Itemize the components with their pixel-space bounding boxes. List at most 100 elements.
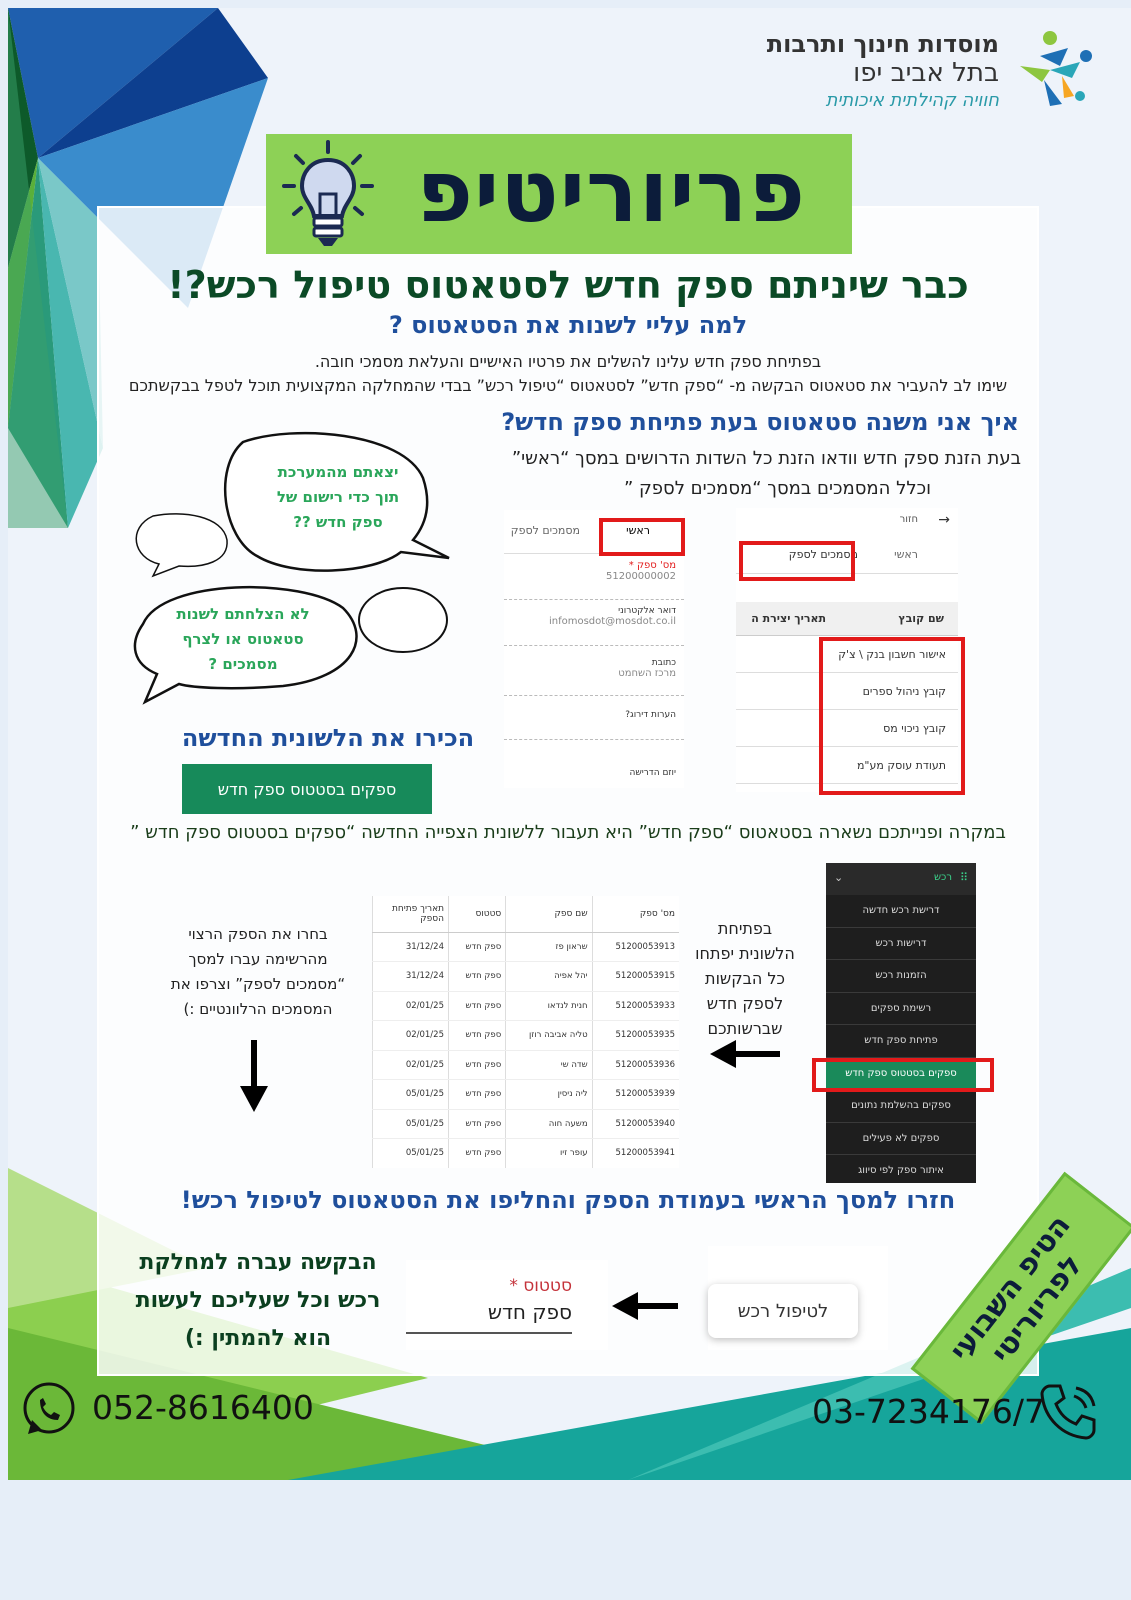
arrow-down-icon [240, 1040, 268, 1112]
status-label: סטטוס * [509, 1276, 572, 1296]
cell-status: ספק חדש [447, 1138, 506, 1168]
col-open-date: תאריך פתיחת הספק [372, 896, 449, 933]
cell-supplier-number: 51200053935 [591, 1020, 679, 1051]
back-link[interactable]: חזור [900, 514, 918, 525]
cell-open-date: 05/01/25 [372, 1079, 449, 1110]
tab-main[interactable]: ראשי [894, 548, 918, 561]
end-line: רכש וכל שעליכם לעשות [135, 1288, 381, 1313]
cell-open-date: 05/01/25 [372, 1109, 449, 1139]
table-row[interactable]: 51200053940 משעה חוה ספק חדש 05/01/25 [372, 1109, 679, 1139]
whatsapp-icon[interactable] [20, 1380, 78, 1438]
side-open-line: בפתיחת [717, 919, 773, 938]
field-initiator[interactable]: יוזם הדרישה [504, 762, 684, 788]
docs-table-header: שם קובץ תאריך יצירת ה [736, 602, 958, 636]
side-open-line: כל הבקשות [705, 969, 785, 988]
cell-supplier-name: חנית לנדאו [505, 991, 593, 1021]
bubble-text-2: לא הצלחתם לשנות סטאטוס או לצרף מסמכים ? [158, 602, 328, 677]
menu-item[interactable]: רשימת ספקים [826, 993, 976, 1025]
cell-open-date: 02/01/25 [372, 1050, 449, 1080]
menu-item[interactable]: דרישת רכש חדשה [826, 895, 976, 928]
cell-supplier-name: עופר זיו [505, 1138, 593, 1168]
cell-open-date: 02/01/25 [372, 1020, 449, 1051]
cell-status: ספק חדש [447, 932, 506, 962]
phone-icon[interactable] [1038, 1380, 1100, 1442]
tab-documents[interactable]: מסמכים לספק [511, 524, 580, 537]
cell-status: ספק חדש [447, 1109, 506, 1139]
cell-status: ספק חדש [447, 991, 506, 1021]
table-header-row: מס' ספק שם ספק סטטוס תאריך פתיחת הספק [372, 896, 679, 933]
bubble-2-line: לא הצלחתם לשנות [176, 605, 310, 623]
side-open-line: לספק חדש [706, 994, 784, 1013]
cell-status: ספק חדש [447, 1079, 506, 1110]
to-procurement-button[interactable]: לטיפול רכש [708, 1284, 858, 1338]
cell-supplier-number: 51200053940 [591, 1109, 679, 1139]
table-row[interactable]: 51200053913 שראון פז ספק חדש 31/12/24 [372, 932, 679, 962]
how-line-2: וכלל המסמכים במסך “מסמכים לספק ” [623, 478, 931, 499]
col-created-date: תאריך יצירת ה [751, 612, 826, 625]
cell-supplier-name: יהל אפיה [505, 961, 593, 992]
field-empty[interactable] [504, 740, 684, 762]
bubble-1-line: ספק חדש ?? [293, 513, 383, 531]
grid-icon: ⠿ [959, 871, 968, 884]
table-row[interactable]: 51200053936 שדה שי ספק חדש 02/01/25 [372, 1050, 679, 1080]
table-row[interactable]: 51200053935 טליה אביבה רוזן ספק חדש 02/01/2… [372, 1020, 679, 1051]
logo-text: מוסדות חינוך ותרבות בתל אביב יפו חוויה ק… [767, 30, 999, 114]
field-supplier-number[interactable]: מס' ספק * 51200000002 [504, 554, 684, 600]
bubble-2-line: סטאטוס או לצרף [182, 630, 304, 648]
side-choose-line: המסמכים הרלוונטיים :) [183, 1000, 333, 1018]
office-number[interactable]: 03-7234176/7 [812, 1392, 1045, 1431]
highlight-menu-item [812, 1058, 994, 1092]
cell-supplier-name: טליה אביבה רוזן [505, 1020, 593, 1051]
table-row[interactable]: 51200053939 ליה ניסין ספק חדש 05/01/25 [372, 1079, 679, 1110]
end-line: הבקשה עברה למחלקת [139, 1250, 377, 1275]
end-text: הבקשה עברה למחלקת רכש וכל שעליכם לעשות ה… [128, 1244, 388, 1358]
new-supplier-tab-button[interactable]: ספקים בסטטוס ספק חדש [182, 764, 432, 814]
menu-item[interactable]: דרישות רכש [826, 928, 976, 960]
col-supplier-number: מס' ספק [591, 896, 679, 933]
menu-item[interactable]: הזמנות רכש [826, 960, 976, 993]
docs-topbar: → חזור [736, 508, 958, 534]
table-row[interactable]: 51200053941 עופר זיו ספק חדש 05/01/25 [372, 1138, 679, 1168]
bubble-1-line: תוך כדי רישום של [276, 488, 400, 506]
status-value: ספק חדש [487, 1300, 572, 1324]
menu-item[interactable]: ספקים לא פעילים [826, 1123, 976, 1155]
cell-open-date: 31/12/24 [372, 932, 449, 962]
status-field[interactable]: סטטוס * ספק חדש [406, 1260, 608, 1350]
menu-item[interactable]: פתיחת ספק חדש [826, 1025, 976, 1058]
why-line-1: בפתיחת ספק חדש עלינו להשלים את פרטיו האי… [314, 352, 822, 371]
side-choose-line: בחרו את הספק הרצוי [188, 925, 328, 943]
cell-supplier-number: 51200053933 [591, 991, 679, 1021]
suppliers-table: מס' ספק שם ספק סטטוס תאריך פתיחת הספק 51… [372, 896, 679, 1168]
banner-title: פריוריטיפ [416, 142, 806, 242]
side-text-choose: בחרו את הספק הרצוי מהרשימה עברו למסך “מס… [158, 922, 358, 1022]
field-email[interactable]: דואר אלקטרוני infomosdot@mosdot.co.il [504, 600, 684, 646]
side-open-line: הלשונית יפתחו [695, 944, 795, 963]
why-title: למה עליי לשנות את הסטאטוס ? [388, 311, 748, 339]
whatsapp-number[interactable]: 052-8616400 [92, 1388, 314, 1427]
table-row[interactable]: 51200053933 חנית לנדאו ספק חדש 02/01/25 [372, 991, 679, 1021]
field-rating-notes[interactable]: הערות דירוג? [504, 696, 684, 740]
bubble-2-line: מסמכים ? [208, 655, 278, 673]
menu-header[interactable]: ⠿ רכש ⌄ [826, 863, 976, 895]
col-supplier-name: שם ספק [505, 896, 593, 933]
poster: מוסדות חינוך ותרבות בתל אביב יפו חוויה ק… [8, 8, 1131, 1480]
treat-panel: לטיפול רכש [708, 1246, 888, 1350]
menu-screenshot: ⠿ רכש ⌄ דרישת רכש חדשה דרישות רכש הזמנות… [826, 863, 976, 1183]
arrow-back-icon[interactable]: → [938, 512, 950, 528]
menu-item[interactable]: איתור ספק לפי סיווג [826, 1155, 976, 1183]
end-line: הוא להמתין :) [184, 1326, 332, 1351]
cell-supplier-name: ליה ניסין [505, 1079, 593, 1110]
arrow-left-icon [710, 1040, 780, 1068]
bubble-text-1: יצאתם מהמערכת תוך כדי רישום של ספק חדש ?… [263, 460, 413, 535]
cell-supplier-name: משעה חוה [505, 1109, 593, 1139]
menu-item[interactable]: ספקים בהשלמת נתונים [826, 1090, 976, 1123]
back-title: חזרו למסך הראשי בעמודת הספק והחליפו את ה… [180, 1186, 956, 1214]
how-title: איך אני משנה סטאטוס בעת פתיחת ספק חדש? [501, 408, 1019, 436]
col-file-name: שם קובץ [898, 612, 944, 625]
col-status: סטטוס [447, 896, 506, 933]
arrow-left-icon [612, 1292, 678, 1320]
case-line: במקרה ופנייתכם נשארה בסטאטוס “ספק חדש” ה… [130, 822, 1006, 843]
table-row[interactable]: 51200053915 יהל אפיה ספק חדש 31/12/24 [372, 961, 679, 992]
logo-line-1: מוסדות חינוך ותרבות [766, 30, 999, 58]
field-address[interactable]: כתובת מרכז השחמט [504, 646, 684, 696]
